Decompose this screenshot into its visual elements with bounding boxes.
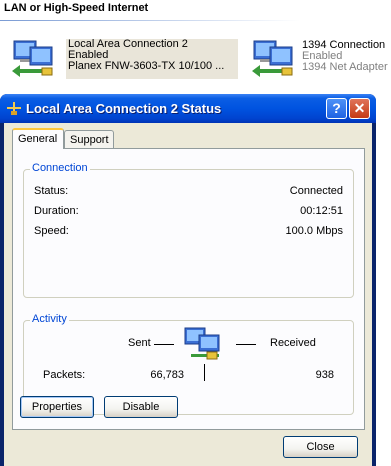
duration-label: Duration: (34, 205, 79, 217)
speed-row: Speed: 100.0 Mbps (34, 225, 343, 239)
connection-group: Connection Status: Connected Duration: 0… (23, 162, 354, 298)
duration-value: 00:12:51 (300, 205, 343, 217)
close-window-button[interactable]: ✕ (349, 98, 370, 119)
received-line (236, 344, 256, 345)
packets-sent-value: 66,783 (150, 369, 184, 381)
network-connection-icon (252, 40, 293, 77)
section-header: LAN or High-Speed Internet (4, 2, 149, 14)
packets-received-value: 938 (315, 369, 334, 381)
received-label: Received (270, 337, 316, 349)
dialog-title: Local Area Connection 2 Status (26, 101, 222, 116)
connection-item-local-area-2[interactable]: Local Area Connection 2 Enabled Planex F… (4, 35, 240, 81)
status-dialog: Local Area Connection 2 Status ? ✕ Gener… (0, 94, 376, 466)
properties-button[interactable]: Properties (20, 396, 94, 418)
general-tab-panel: Connection Status: Connected Duration: 0… (12, 148, 365, 430)
section-divider (0, 20, 300, 21)
duration-row: Duration: 00:12:51 (34, 205, 343, 219)
packets-label: Packets: (43, 369, 86, 381)
sent-line (154, 344, 174, 345)
disable-button[interactable]: Disable (104, 396, 178, 418)
status-value: Connected (289, 185, 343, 197)
close-button[interactable]: Close (283, 436, 358, 458)
lan-status-icon (7, 102, 21, 115)
dialog-titlebar[interactable]: Local Area Connection 2 Status ? ✕ (0, 94, 376, 123)
connection-item-1394[interactable]: 1394 Connection Enabled 1394 Net Adapter (244, 35, 391, 81)
close-icon: ✕ (353, 100, 366, 116)
tab-support[interactable]: Support (64, 130, 114, 148)
tab-general[interactable]: General (12, 128, 64, 149)
connection-device: Planex FNW-3603-TX 10/100 ... (68, 60, 225, 72)
status-label: Status: (34, 185, 69, 197)
network-connection-icon (12, 40, 53, 77)
connection-text: Local Area Connection 2 Enabled Planex F… (66, 39, 238, 79)
connection-text: 1394 Connection Enabled 1394 Net Adapter (300, 40, 388, 73)
speed-value: 100.0 Mbps (285, 225, 343, 237)
help-button[interactable]: ? (326, 98, 347, 119)
help-icon: ? (332, 100, 341, 116)
activity-group-legend: Activity (30, 313, 69, 325)
activity-computer-icon (184, 327, 220, 360)
speed-label: Speed: (34, 225, 69, 237)
sent-label: Sent (128, 337, 151, 349)
dialog-body: General Support Connection Status: Conne… (4, 123, 372, 466)
packets-divider (204, 364, 205, 381)
status-row: Status: Connected (34, 185, 343, 199)
connection-group-legend: Connection (30, 162, 90, 174)
connection-device: 1394 Net Adapter (302, 61, 388, 73)
